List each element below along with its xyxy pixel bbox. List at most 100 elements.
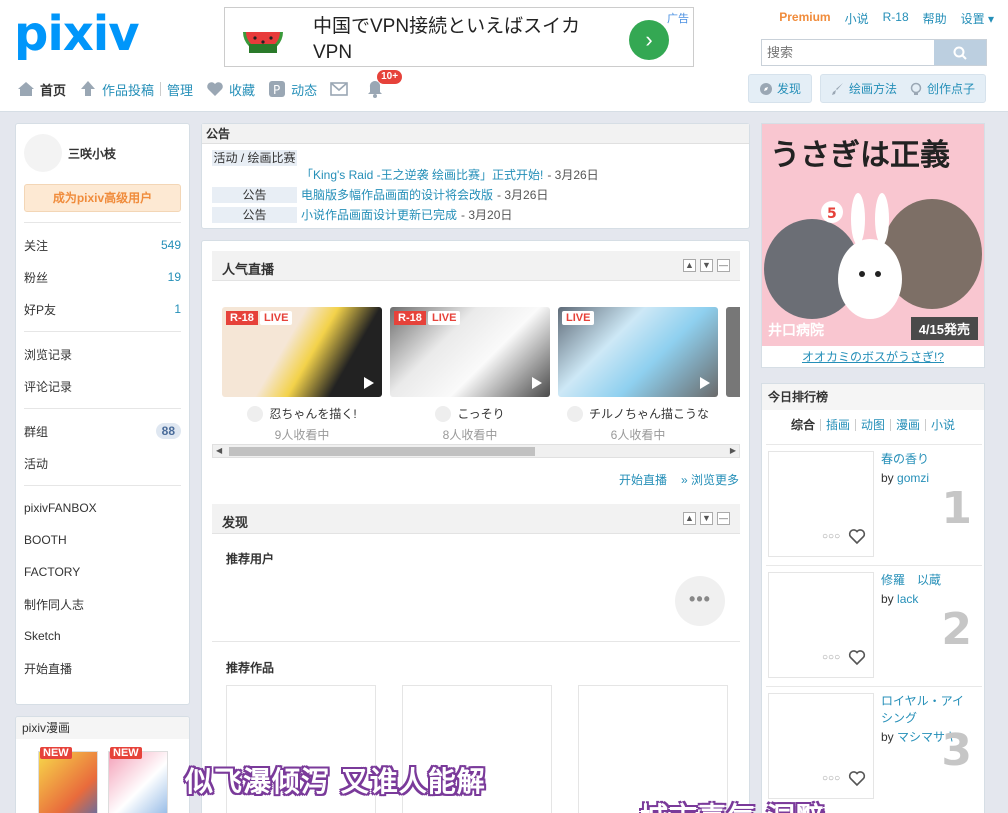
nav-feed[interactable]: P 动态 bbox=[267, 78, 317, 100]
sidebar-item-followers[interactable]: 粉丝 19 bbox=[16, 261, 189, 293]
live-card[interactable]: R-18 LIVE こっそり 8人收看中 bbox=[390, 307, 550, 443]
live-card[interactable]: R-18 LIVE 忍ちゃんを描く! 9人收看中 bbox=[222, 307, 382, 443]
live-card[interactable]: LIVE チルノちゃん描こうな 6人收看中 bbox=[558, 307, 718, 443]
ad-caption-text[interactable]: オオカミのボスがうさぎ!? bbox=[802, 350, 944, 364]
more-users-button[interactable]: ••• bbox=[675, 576, 725, 626]
ranking-item[interactable]: ○○○ ロイヤル・アイシング by マシマサキ 3 bbox=[766, 686, 982, 802]
live-thumbnail[interactable]: LIVE bbox=[558, 307, 718, 397]
collapse-icon[interactable]: — bbox=[717, 512, 730, 525]
nav-notifications[interactable]: 10+ bbox=[365, 70, 403, 100]
manga-title: pixiv漫画 bbox=[16, 717, 189, 739]
ideas-label[interactable]: 创作点子 bbox=[927, 80, 975, 97]
scroll-right-icon[interactable]: ▶ bbox=[730, 445, 736, 457]
feed-icon: P bbox=[269, 81, 286, 97]
ranking-work-title[interactable]: 修羅 以蔵 bbox=[881, 572, 976, 589]
ranking-work-title[interactable]: 春の香り bbox=[881, 451, 976, 468]
scrollbar-thumb[interactable] bbox=[229, 447, 535, 456]
heart-icon[interactable] bbox=[848, 769, 866, 787]
help-link[interactable]: 帮助 bbox=[923, 10, 947, 27]
scroll-left-icon[interactable]: ◀ bbox=[216, 445, 222, 457]
search-input[interactable] bbox=[762, 40, 934, 65]
horizontal-scrollbar[interactable]: ◀ ▶ bbox=[212, 444, 740, 458]
tab-illust[interactable]: 插画 bbox=[821, 419, 856, 431]
svg-text:5: 5 bbox=[827, 206, 837, 222]
announce-category: 公告 bbox=[212, 186, 297, 203]
nav-upload[interactable]: 作品投稿 管理 bbox=[78, 78, 193, 100]
live-title: チルノちゃん描こうな bbox=[588, 407, 709, 421]
move-up-icon[interactable]: ▲ bbox=[683, 512, 696, 525]
sidebar-item-label: 好P友 bbox=[24, 302, 57, 317]
ranking-work-title[interactable]: ロイヤル・アイシング bbox=[881, 693, 976, 727]
heart-icon[interactable] bbox=[848, 648, 866, 666]
sidebar-item-start-live[interactable]: 开始直播 bbox=[16, 652, 189, 684]
nav-messages[interactable] bbox=[329, 78, 353, 100]
announce-link[interactable]: 电脑版多幅作品画面的设计将会改版 bbox=[301, 186, 493, 203]
ad-banner[interactable]: 中国でVPN接続といえばスイカVPN 广告 › bbox=[224, 7, 694, 67]
sidebar-item-factory[interactable]: FACTORY bbox=[16, 556, 189, 588]
nav-upload-label: 作品投稿 bbox=[102, 82, 155, 98]
manga-cover[interactable] bbox=[108, 751, 168, 813]
r18-link[interactable]: R-18 bbox=[883, 10, 909, 27]
recommended-work[interactable] bbox=[578, 685, 728, 813]
ranking-item[interactable]: ○○○ 春の香り by gomzi 1 bbox=[766, 444, 982, 560]
sidebar-item-mypixiv[interactable]: 好P友 1 bbox=[16, 293, 189, 325]
sidebar-item-fanbox[interactable]: pixivFANBOX bbox=[16, 492, 189, 524]
move-down-icon[interactable]: ▼ bbox=[700, 259, 713, 272]
sidebar-item-browse-history[interactable]: 浏览记录 bbox=[16, 338, 189, 370]
start-live-link[interactable]: 开始直播 bbox=[619, 471, 667, 488]
username[interactable]: 三咲小枝 bbox=[68, 145, 116, 162]
ranking-author[interactable]: gomzi bbox=[897, 471, 929, 485]
nav-manage-link[interactable]: 管理 bbox=[167, 80, 193, 99]
streamer-avatar[interactable] bbox=[247, 405, 264, 422]
live-card-partial[interactable] bbox=[726, 307, 740, 397]
pixiv-logo[interactable]: pixiv bbox=[14, 6, 140, 62]
streamer-avatar[interactable] bbox=[435, 405, 452, 422]
move-down-icon[interactable]: ▼ bbox=[700, 512, 713, 525]
browse-more-link[interactable]: » 浏览更多 bbox=[681, 471, 739, 488]
sidebar-item-groups[interactable]: 群组 88 bbox=[16, 415, 189, 447]
profile[interactable]: 三咲小枝 bbox=[16, 124, 189, 182]
tab-novel[interactable]: 小说 bbox=[926, 419, 960, 431]
ad-caption-link[interactable]: オオカミのボスがうさぎ!? bbox=[762, 346, 984, 368]
live-thumbnail[interactable]: R-18 LIVE bbox=[390, 307, 550, 397]
sidebar-item-comment-history[interactable]: 评论记录 bbox=[16, 370, 189, 402]
collapse-icon[interactable]: — bbox=[717, 259, 730, 272]
sidebar-item-sketch[interactable]: Sketch bbox=[16, 620, 189, 652]
notification-badge: 10+ bbox=[377, 70, 403, 84]
sidebar-item-doujin[interactable]: 制作同人志 bbox=[16, 588, 189, 620]
howto-button[interactable]: 绘画方法 创作点子 bbox=[819, 74, 986, 103]
novel-link[interactable]: 小说 bbox=[845, 10, 869, 27]
discover-button[interactable]: 发现 bbox=[747, 74, 812, 103]
settings-link[interactable]: 设置 ▾ bbox=[961, 10, 994, 27]
sidebar-item-following[interactable]: 关注 549 bbox=[16, 229, 189, 261]
streamer-avatar[interactable] bbox=[566, 405, 583, 422]
ad-go-button[interactable]: › bbox=[629, 20, 669, 60]
ranking-author[interactable]: lack bbox=[897, 592, 918, 606]
move-up-icon[interactable]: ▲ bbox=[683, 259, 696, 272]
r18-tag: R-18 bbox=[226, 311, 258, 325]
ranking-item[interactable]: ○○○ 修羅 以蔵 by lack 2 bbox=[766, 565, 982, 681]
avatar[interactable] bbox=[24, 134, 62, 172]
heart-icon[interactable] bbox=[848, 527, 866, 545]
search-button[interactable] bbox=[934, 40, 986, 65]
more-dots-icon[interactable]: ○○○ bbox=[822, 652, 840, 663]
tab-manga[interactable]: 漫画 bbox=[891, 419, 927, 431]
manga-cover[interactable] bbox=[38, 751, 98, 813]
announce-item: 公告 小说作品画面设计更新已完成 - 3月20日 bbox=[212, 206, 512, 223]
live-thumbnail[interactable]: R-18 LIVE bbox=[222, 307, 382, 397]
nav-bookmarks[interactable]: 收藏 bbox=[205, 78, 255, 100]
sidebar-item-activity[interactable]: 活动 bbox=[16, 447, 189, 479]
announce-link[interactable]: 「King's Raid -王之逆袭 绘画比赛」正式开始! bbox=[301, 168, 543, 182]
ad-release-date: 4/15発売 bbox=[910, 317, 978, 340]
ad-artwork[interactable]: うさぎは正義 5 井口病院 4/15発売 bbox=[762, 124, 984, 346]
premium-button[interactable]: 成为pixiv高级用户 bbox=[24, 184, 181, 212]
right-ad[interactable]: うさぎは正義 5 井口病院 4/15発売 オオカミのボスがうさぎ!? bbox=[761, 123, 985, 368]
nav-home[interactable]: 首页 bbox=[16, 78, 66, 100]
tab-overall[interactable]: 综合 bbox=[786, 419, 821, 431]
more-dots-icon[interactable]: ○○○ bbox=[822, 531, 840, 542]
tab-ugoira[interactable]: 动图 bbox=[856, 419, 891, 431]
announce-link[interactable]: 小说作品画面设计更新已完成 bbox=[301, 206, 457, 223]
premium-link[interactable]: Premium bbox=[779, 10, 830, 27]
sidebar-item-booth[interactable]: BOOTH bbox=[16, 524, 189, 556]
more-dots-icon[interactable]: ○○○ bbox=[822, 773, 840, 784]
